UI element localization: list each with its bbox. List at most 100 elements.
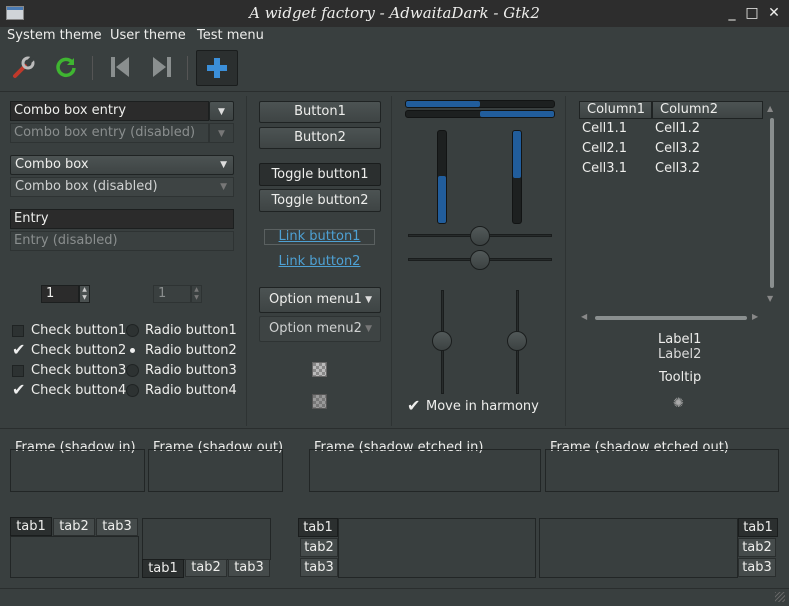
toolbar-separator	[187, 56, 188, 80]
tab-3[interactable]: tab3	[300, 558, 338, 577]
radio-button-4-label: Radio button4	[145, 383, 237, 398]
option-menu-2-label: Option menu2	[269, 321, 362, 336]
checkmark-icon[interactable]: ✔	[12, 382, 25, 398]
spin-button[interactable]: 1	[41, 285, 79, 303]
notebook-page	[338, 518, 536, 578]
chevron-down-icon: ▼	[365, 324, 372, 334]
radio-button-3-label: Radio button3	[145, 363, 237, 378]
menu-test-menu[interactable]: Test menu	[197, 28, 264, 43]
tab-2[interactable]: tab2	[185, 559, 227, 577]
tree-cell[interactable]: Cell1.2	[655, 121, 700, 136]
column-header-1[interactable]: Column1	[579, 101, 652, 119]
combo-box-entry[interactable]: Combo box entry	[10, 101, 209, 121]
link-button-2[interactable]: Link button2	[264, 254, 375, 269]
window-title: A widget factory - AdwaitaDark - Gtk2	[249, 4, 540, 22]
check-button-1[interactable]	[12, 325, 24, 337]
frame-shadow-etched-in	[309, 449, 541, 492]
tab-2[interactable]: tab2	[53, 518, 95, 536]
tab-1[interactable]: tab1	[142, 559, 184, 578]
label-2: Label2	[658, 347, 702, 362]
spin-stepper[interactable]: ▲ ▼	[79, 285, 90, 303]
column-divider	[246, 96, 247, 426]
image-placeholder-icon	[312, 362, 327, 377]
tab-3[interactable]: tab3	[96, 518, 138, 536]
toolbar-separator	[92, 56, 93, 80]
checkmark-icon[interactable]: ✔	[407, 398, 420, 414]
menu-system-theme[interactable]: System theme	[7, 28, 102, 43]
combo-entry-arrow[interactable]: ▼	[209, 101, 234, 121]
link-button-2-label: Link button2	[278, 254, 361, 269]
scroll-right-icon[interactable]: ▶	[752, 312, 758, 321]
tree-cell[interactable]: Cell3.2	[655, 161, 700, 176]
scroll-down-icon[interactable]: ▼	[767, 294, 773, 303]
tab-3[interactable]: tab3	[228, 559, 270, 577]
radio-button-1[interactable]	[126, 324, 139, 337]
combo-box-disabled: Combo box (disabled) ▼	[10, 177, 234, 197]
progress-bar-1	[405, 100, 555, 108]
status-bar	[0, 588, 789, 606]
tab-2[interactable]: tab2	[738, 538, 776, 557]
spinner-icon: ✺	[673, 396, 684, 411]
tab-1[interactable]: tab1	[10, 517, 52, 536]
resize-grip-icon[interactable]	[775, 592, 785, 602]
button-2[interactable]: Button2	[259, 127, 381, 149]
tree-cell[interactable]: Cell2.1	[582, 141, 627, 156]
menu-user-theme[interactable]: User theme	[110, 28, 186, 43]
tab-2[interactable]: tab2	[300, 538, 338, 557]
progress-bar-2	[405, 110, 555, 118]
toggle-button-1[interactable]: Toggle button1	[259, 163, 381, 186]
radio-button-3[interactable]	[126, 364, 139, 377]
chevron-down-icon: ▼	[218, 107, 225, 117]
column-header-2[interactable]: Column2	[652, 101, 763, 119]
vertical-progress-2	[512, 130, 522, 224]
skip-forward-icon[interactable]	[146, 51, 178, 83]
spin-stepper-disabled: ▲ ▼	[191, 285, 202, 303]
section-divider	[0, 428, 789, 429]
tab-3[interactable]: tab3	[738, 558, 776, 577]
maximize-button[interactable]: □	[743, 4, 761, 22]
frame-shadow-out	[148, 449, 283, 492]
close-button[interactable]: ✕	[765, 4, 783, 22]
frame-shadow-in	[10, 449, 145, 492]
checkmark-icon[interactable]: ✔	[12, 342, 25, 358]
vscale-slider-1[interactable]	[432, 331, 452, 351]
toggle-button-2[interactable]: Toggle button2	[259, 189, 381, 212]
tab-1[interactable]: tab1	[298, 518, 338, 537]
scale-slider-2[interactable]	[470, 250, 490, 270]
image-placeholder-icon	[312, 394, 327, 409]
option-menu-1[interactable]: Option menu1 ▼	[259, 287, 381, 313]
link-button-1[interactable]: Link button1	[264, 229, 375, 245]
vertical-scrollbar[interactable]	[770, 118, 774, 288]
check-button-1-label: Check button1	[31, 323, 127, 338]
add-icon[interactable]	[196, 50, 238, 86]
radio-button-2[interactable]	[126, 344, 139, 357]
horizontal-scrollbar[interactable]	[595, 316, 747, 320]
radio-button-4[interactable]	[126, 384, 139, 397]
minimize-button[interactable]: _	[723, 4, 741, 22]
wrench-icon[interactable]	[8, 51, 40, 83]
scale-slider-1[interactable]	[470, 226, 490, 246]
notebook-page	[10, 536, 139, 578]
check-button-2-label: Check button2	[31, 343, 127, 358]
toolbar-divider	[0, 91, 789, 92]
skip-back-icon[interactable]	[104, 51, 136, 83]
button-1[interactable]: Button1	[259, 101, 381, 123]
entry-field[interactable]: Entry	[10, 209, 234, 229]
check-button-3[interactable]	[12, 365, 24, 377]
column-divider	[565, 96, 566, 426]
combo-box[interactable]: Combo box ▼	[10, 155, 234, 175]
tree-cell[interactable]: Cell1.1	[582, 121, 627, 136]
check-button-3-label: Check button3	[31, 363, 127, 378]
tree-cell[interactable]: Cell3.2	[655, 141, 700, 156]
frame-shadow-etched-out	[545, 449, 779, 492]
vertical-progress-1	[437, 130, 447, 224]
scroll-left-icon[interactable]: ◀	[581, 312, 587, 321]
chevron-down-icon: ▼	[220, 182, 227, 192]
vscale-slider-2[interactable]	[507, 331, 527, 351]
scroll-up-icon[interactable]: ▲	[767, 104, 773, 113]
refresh-icon[interactable]	[50, 51, 82, 83]
tree-cell[interactable]: Cell3.1	[582, 161, 627, 176]
tab-1[interactable]: tab1	[738, 518, 778, 537]
label-1: Label1	[658, 332, 702, 347]
link-button-1-label: Link button1	[278, 229, 361, 244]
